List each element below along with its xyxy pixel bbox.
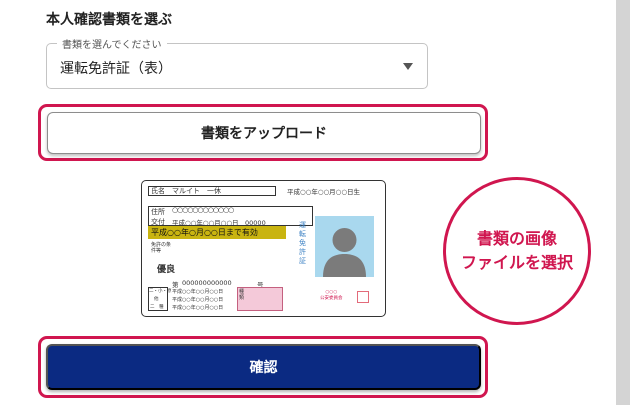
license-excellent: 優良 [157,265,176,275]
license-row-label: 二 種 [150,305,164,310]
license-category-label: 種類 [239,289,245,301]
callout-line2: ファイルを選択 [460,253,573,272]
license-photo [315,216,374,277]
license-card-illustration: 氏名 マルイト 一休 平成○○年○○月○○日生 住所 ○○○○○○○○○○○○ … [141,180,386,317]
upload-button[interactable]: 書類をアップロード [47,112,481,154]
license-expiry: 平成○○年○月○○日まで有効 [151,228,258,237]
license-conditions: 免許の条件等 [151,242,172,254]
license-row-date: 平成○○年○○月○○日 [172,297,224,303]
license-birth: 平成○○年○○月○○日生 [287,188,361,196]
confirm-button[interactable]: 確認 [46,344,481,390]
license-row-date: 平成○○年○○月○○日 [172,305,224,311]
select-legend: 書類を選んでください [57,36,167,51]
license-row-label: 二・小・原 [149,289,172,294]
license-seal [357,291,369,303]
select-value: 運転免許証（表） [60,61,172,77]
license-address-label: 住所 [151,208,165,216]
section-title: 本人確認書類を選ぶ [46,12,172,28]
license-address-value: ○○○○○○○○○○○○ [172,206,234,214]
license-row-label: 他 [154,297,159,302]
license-row-date: 平成○○年○○月○○日 [172,289,224,295]
caret-down-icon [403,63,413,70]
person-silhouette-icon [323,228,366,277]
license-name-value: マルイト 一休 [172,187,221,195]
license-name-label: 氏名 [151,187,165,195]
license-vertical-title: 運転免許証 [299,221,306,265]
main-panel: 本人確認書類を選ぶ 書類を選んでください 運転免許証（表） 書類をアップロード … [0,0,616,405]
callout-line1: 書類の画像 [476,229,557,248]
license-authority: ○○○ 公安委員会 [320,290,343,301]
license-number-value: 000000000000 [182,279,232,287]
document-type-select[interactable]: 書類を選んでください 運転免許証（表） [46,36,428,89]
callout-badge: 書類の画像 ファイルを選択 [443,177,591,325]
